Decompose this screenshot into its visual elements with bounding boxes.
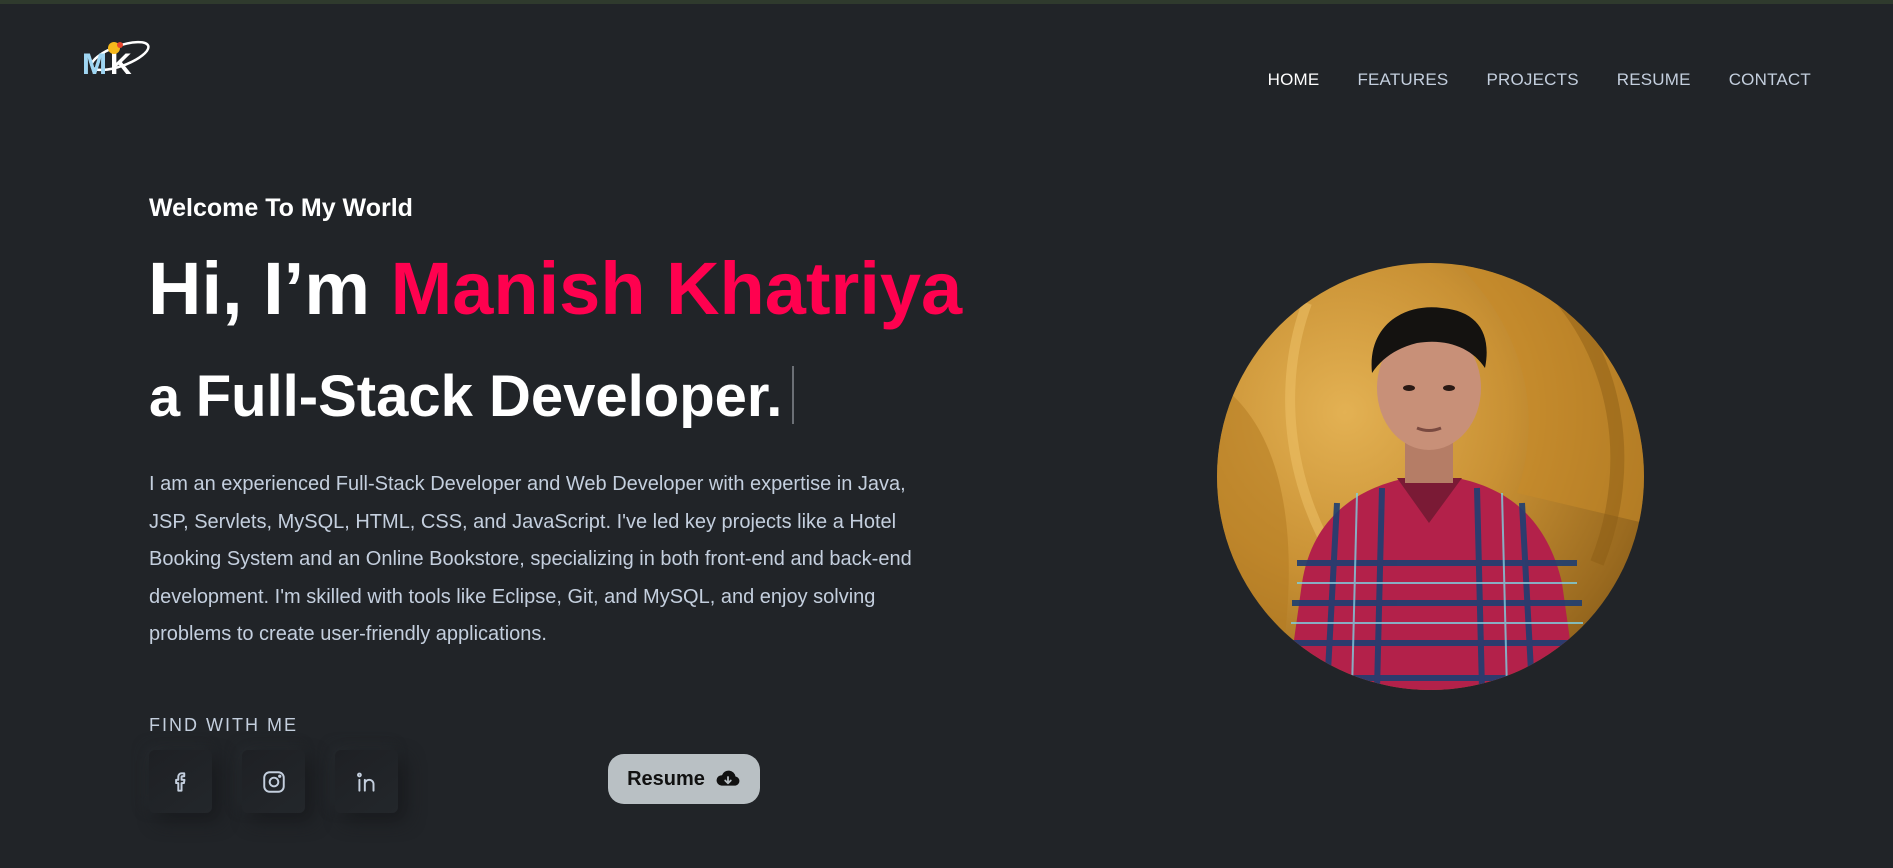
linkedin-button[interactable]: [335, 750, 398, 813]
top-accent-bar: [0, 0, 1893, 4]
hero-role-line: a Full-Stack Developer.: [149, 364, 795, 429]
profile-photo: [1217, 263, 1644, 690]
instagram-icon: [262, 770, 285, 793]
hero-title: Hi, I’m Manish Khatriya: [148, 252, 962, 326]
welcome-heading: Welcome To My World: [149, 194, 413, 222]
instagram-button[interactable]: [242, 750, 305, 813]
resume-button-label: Resume: [627, 767, 705, 790]
greeting-text: Hi, I’m: [148, 247, 391, 330]
facebook-button[interactable]: [149, 750, 212, 813]
resume-download-button[interactable]: Resume: [608, 754, 760, 804]
role-prefix: a: [149, 365, 196, 428]
social-links: [149, 750, 428, 813]
nav-features[interactable]: FEATURES: [1357, 70, 1448, 90]
nav-resume[interactable]: RESUME: [1617, 70, 1691, 90]
site-logo[interactable]: M M K: [80, 36, 152, 81]
hero-description: I am an experienced Full-Stack Developer…: [149, 473, 912, 645]
cloud-download-icon: [716, 770, 740, 786]
typing-cursor: [792, 366, 795, 424]
nav-contact[interactable]: CONTACT: [1729, 70, 1811, 90]
hero-name: Manish Khatriya: [390, 247, 963, 330]
linkedin-icon: [356, 772, 374, 792]
find-with-me-label: FIND WITH ME: [149, 715, 298, 735]
hero-role: Full-Stack Developer.: [195, 364, 783, 429]
main-nav: HOME FEATURES PROJECTS RESUME CONTACT: [1230, 70, 1811, 90]
facebook-icon: [174, 771, 185, 792]
nav-projects[interactable]: PROJECTS: [1486, 70, 1578, 90]
nav-home[interactable]: HOME: [1268, 70, 1320, 90]
svg-text:M: M: [82, 48, 107, 80]
